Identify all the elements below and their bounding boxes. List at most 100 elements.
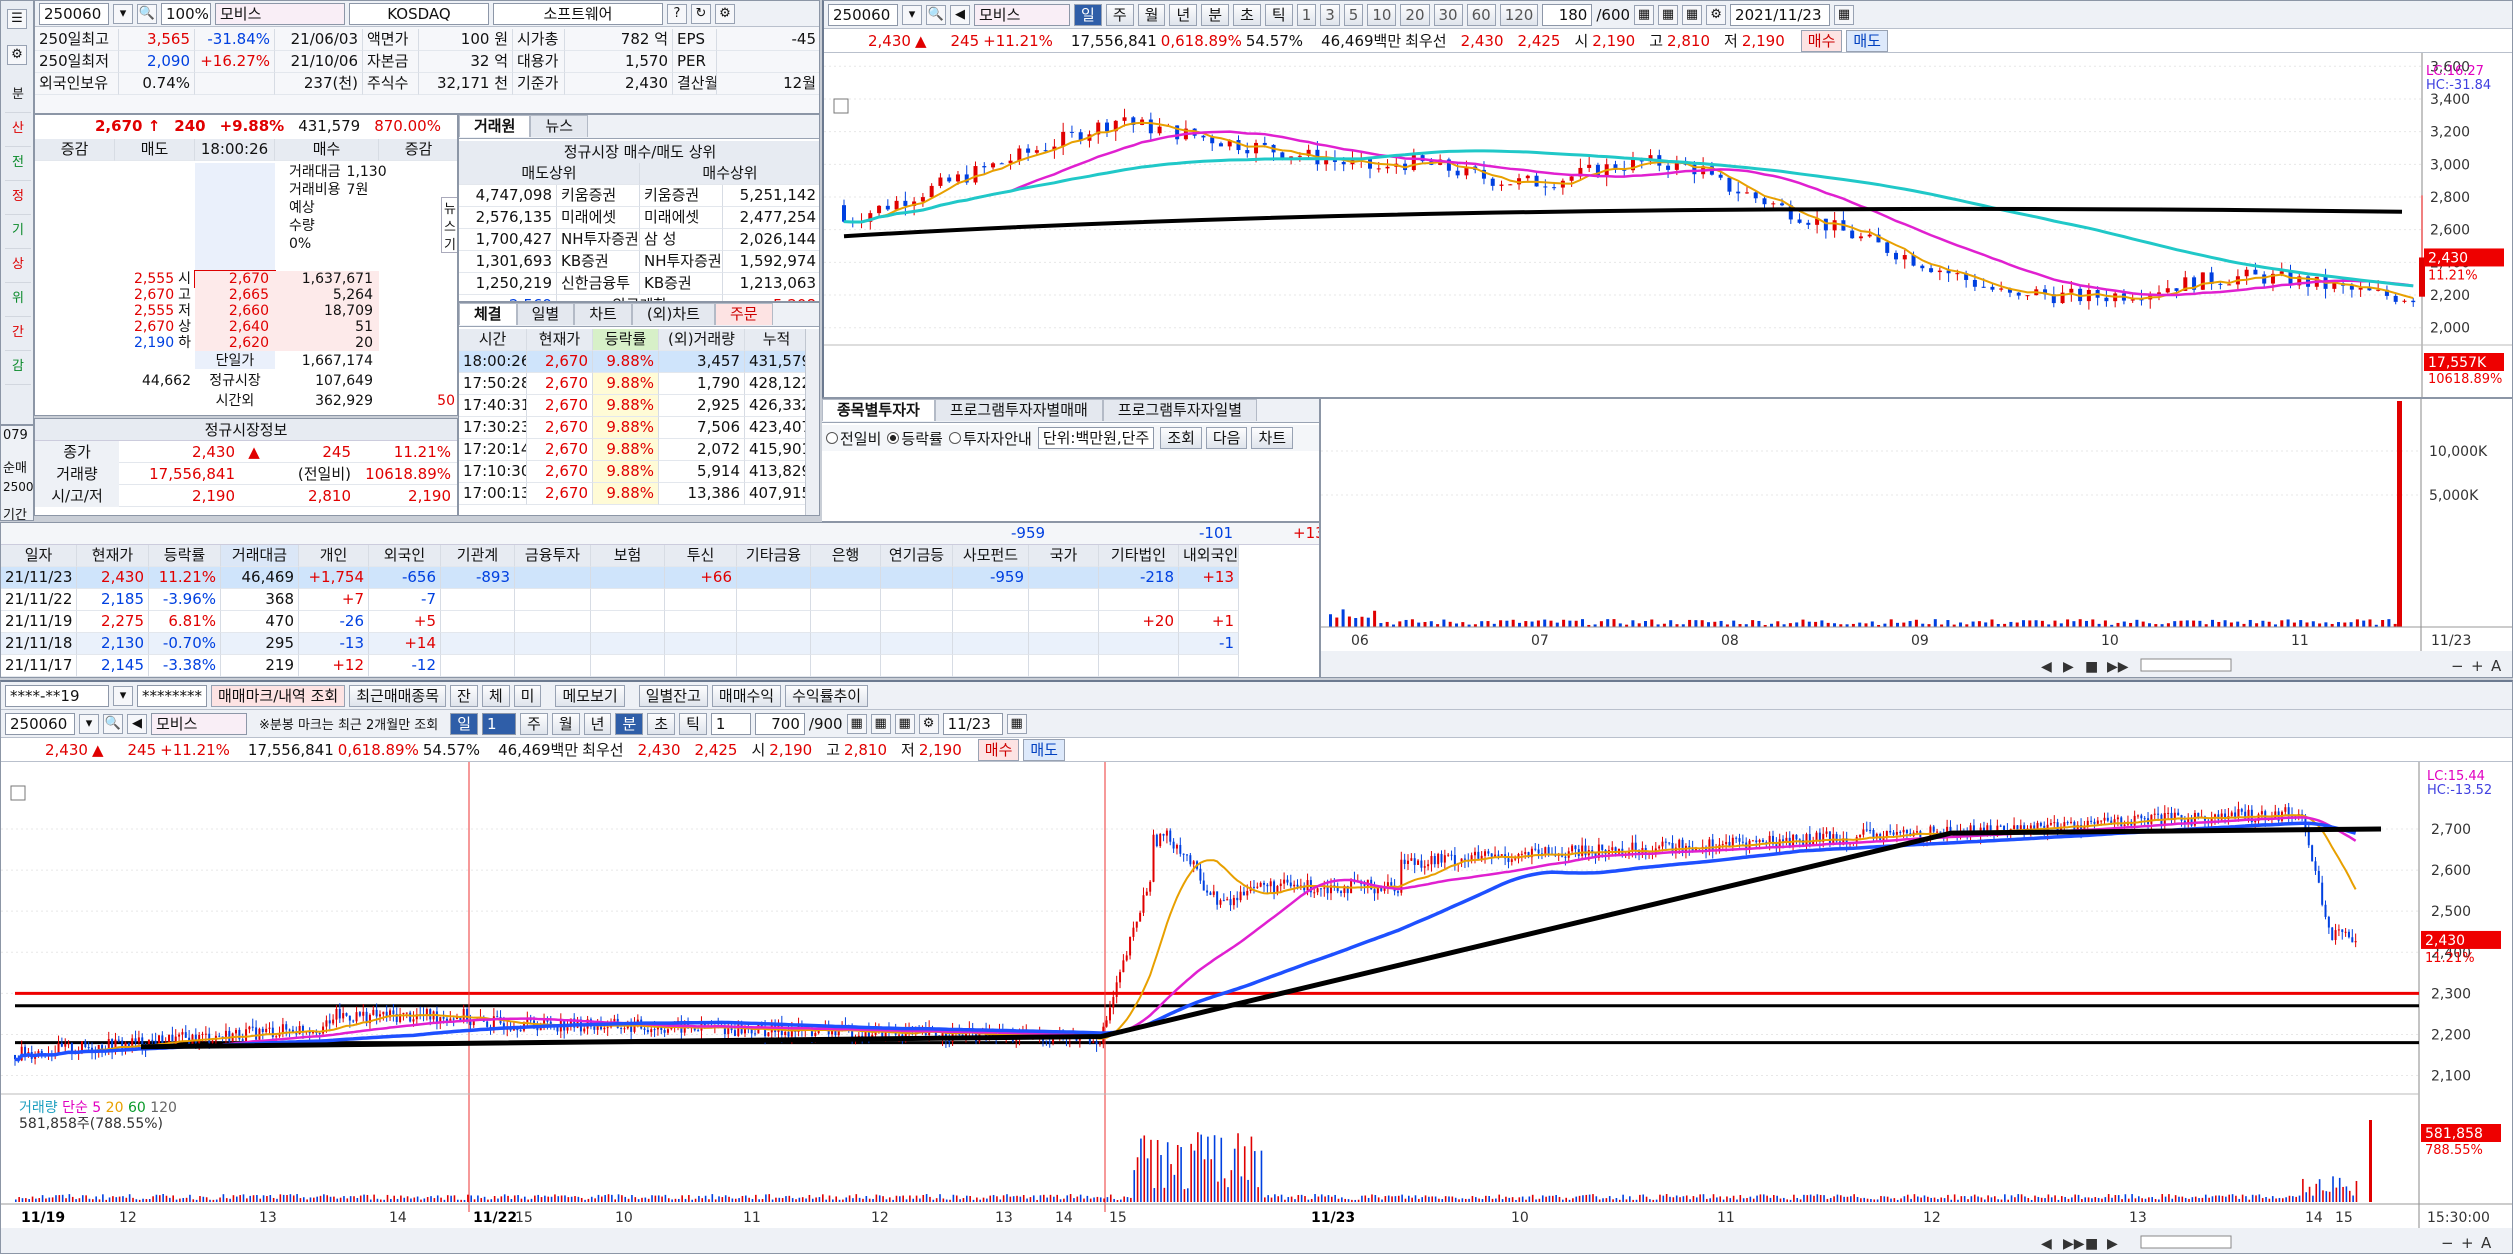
account-button[interactable]: 체 <box>481 684 510 707</box>
account-button[interactable]: 최근매매종목 <box>349 684 447 707</box>
strip-item[interactable]: 분 <box>5 79 31 113</box>
scroll-slider[interactable] <box>2140 1235 2232 1249</box>
scroll-control-icon[interactable]: ▶ <box>2063 659 2074 675</box>
mid-left-code[interactable]: 250060 <box>1 478 33 496</box>
sound-icon[interactable]: ◀ <box>127 713 147 734</box>
scroll-control-icon[interactable]: ▶ <box>2107 1236 2118 1252</box>
grid-icon[interactable]: ▦ <box>846 713 867 734</box>
period-tab[interactable]: 틱 <box>679 712 707 735</box>
dropdown-icon[interactable]: ▾ <box>902 4 922 25</box>
period-day-tab[interactable]: 일 <box>450 712 479 735</box>
bar-count-input[interactable]: 180 <box>1542 3 1593 26</box>
radio-icon[interactable] <box>887 432 900 444</box>
account-button[interactable]: 미 <box>513 684 542 707</box>
strip-item[interactable]: 감 <box>5 351 31 385</box>
scroll-control-icon[interactable]: ■ <box>2085 1236 2098 1252</box>
chart-toggle-icon[interactable] <box>833 98 849 114</box>
orderbook-price[interactable]: 2,620 <box>195 335 275 351</box>
intraday-chart[interactable]: 2,7002,6002,5002,4002,3002,2002,100LC:15… <box>1 762 2513 1254</box>
investor-button[interactable]: 차트 <box>1251 427 1294 449</box>
dropdown-icon[interactable]: ▾ <box>113 685 133 706</box>
zoom-icon[interactable]: ▦ <box>1658 4 1679 25</box>
scroll-control-icon[interactable]: ▶▶ <box>2107 659 2129 675</box>
ticks-tab[interactable]: (외)차트 <box>631 303 715 325</box>
interval-button[interactable]: 20 <box>1400 3 1430 26</box>
interval-button[interactable]: 1 <box>1296 3 1317 26</box>
chart-date-input[interactable]: 11/23 <box>942 712 1003 735</box>
period-tab[interactable]: 틱 <box>1264 3 1293 26</box>
daily-volume-chart[interactable]: 10,000K5,000K06 07 08 09 10 11 11/23◀ ▶ ■ ▶▶ − + A <box>1321 399 2513 678</box>
account-button[interactable]: 수익률추이 <box>785 684 869 707</box>
strip-item[interactable]: 상 <box>5 249 31 283</box>
settings-icon[interactable]: ⚙ <box>918 713 939 734</box>
help-icon[interactable]: ? <box>667 3 687 24</box>
ticks-tab[interactable]: 주문 <box>714 303 773 325</box>
radio-icon[interactable] <box>826 432 838 444</box>
ticks-tab[interactable]: 일별 <box>516 303 575 325</box>
radio-icon[interactable] <box>948 432 961 444</box>
refresh-icon[interactable]: ↻ <box>691 3 711 24</box>
orderbook-price[interactable]: 2,640 <box>195 319 275 335</box>
period-day-tab[interactable]: 일 <box>1074 3 1102 26</box>
orderbook-row[interactable]: 2,190 하 2,620 20 <box>35 335 457 351</box>
sound-icon[interactable]: ◀ <box>950 4 970 25</box>
chart-code-input[interactable]: 250060 <box>5 712 75 735</box>
account-button[interactable]: 매매수익 <box>711 684 782 707</box>
search-icon[interactable]: 🔍 <box>103 713 123 734</box>
save-icon[interactable]: ▦ <box>1682 4 1703 25</box>
orderbook-price[interactable]: 2,670 <box>194 270 276 288</box>
settings-icon[interactable]: ⚙ <box>1706 4 1727 25</box>
strip-item[interactable]: 산 <box>5 113 31 147</box>
ticks-tab[interactable]: 차트 <box>574 303 632 325</box>
zoom-control-icon[interactable]: A <box>2491 657 2502 675</box>
account-button[interactable]: 매매마크/내역 조회 <box>211 684 346 707</box>
code-input[interactable]: 250060 <box>39 2 109 25</box>
strip-item[interactable]: 위 <box>5 283 31 317</box>
interval-button[interactable]: 10 <box>1367 3 1397 26</box>
zoom-control-icon[interactable]: − <box>2451 657 2464 675</box>
tick-interval[interactable]: 1 <box>710 712 751 735</box>
orderbook-row[interactable]: 2,555 시 2,670 1,637,671 <box>35 270 457 288</box>
period-tab[interactable]: 년 <box>583 712 612 735</box>
buy-button[interactable]: 매수 <box>1800 29 1843 52</box>
chart-code-input[interactable]: 250060 <box>828 3 898 26</box>
search-icon[interactable]: 🔍 <box>137 3 157 24</box>
chart-toggle-icon[interactable] <box>10 785 26 801</box>
account-button[interactable]: 잔 <box>450 684 478 707</box>
strip-item[interactable]: 정 <box>5 181 31 215</box>
zoom-control-icon[interactable]: + <box>2471 657 2484 675</box>
investor-option[interactable]: 전일비 <box>826 428 881 449</box>
broker-tab[interactable]: 뉴스 <box>530 115 589 137</box>
grid-icon[interactable]: ▦ <box>1634 4 1655 25</box>
orderbook-row[interactable]: 2,555 저 2,660 18,709 <box>35 303 457 319</box>
zoom-control-icon[interactable]: A <box>2481 1234 2492 1252</box>
zoom-control-icon[interactable]: − <box>2441 1234 2454 1252</box>
period-tab[interactable]: 분 <box>1201 3 1230 26</box>
investor-button[interactable]: 다음 <box>1205 427 1248 449</box>
scroll-control-icon[interactable]: ■ <box>2085 659 2098 675</box>
sell-button[interactable]: 매도 <box>1023 738 1065 761</box>
investor-option[interactable]: 투자자안내 <box>948 428 1032 449</box>
period-tab[interactable]: 월 <box>551 712 580 735</box>
orderbook-price[interactable]: 2,660 <box>195 303 275 319</box>
investor-button[interactable]: 조회 <box>1160 427 1202 449</box>
calendar-icon[interactable]: ▦ <box>1834 4 1855 25</box>
broker-tab[interactable]: 거래원 <box>459 115 531 137</box>
settings-icon[interactable]: ⚙ <box>715 3 735 24</box>
dropdown-icon[interactable]: ▾ <box>113 3 133 24</box>
investor-tab[interactable]: 종목별투자자 <box>822 399 935 421</box>
investor-tab[interactable]: 프로그램투자자별매매 <box>934 399 1103 421</box>
period-tab[interactable]: 분 <box>615 712 644 735</box>
interval-button[interactable]: 120 <box>1499 3 1539 26</box>
period-tab[interactable]: 주 <box>1105 3 1134 26</box>
investor-tab[interactable]: 프로그램투자자일별 <box>1102 399 1258 421</box>
orderbook-row[interactable]: 2,670 상 2,640 51 <box>35 319 457 335</box>
buy-button[interactable]: 매수 <box>977 738 1020 761</box>
period-tab[interactable]: 초 <box>647 712 676 735</box>
period-tab[interactable]: 년 <box>1169 3 1198 26</box>
strip-item[interactable]: 간 <box>5 317 31 351</box>
scroll-control-icon[interactable]: ◀ <box>2041 1236 2052 1252</box>
period-tab[interactable]: 초 <box>1233 3 1261 26</box>
unit-select[interactable]: 단위:백만원,단주 <box>1037 427 1155 449</box>
ticks-tab[interactable]: 체결 <box>459 303 517 325</box>
